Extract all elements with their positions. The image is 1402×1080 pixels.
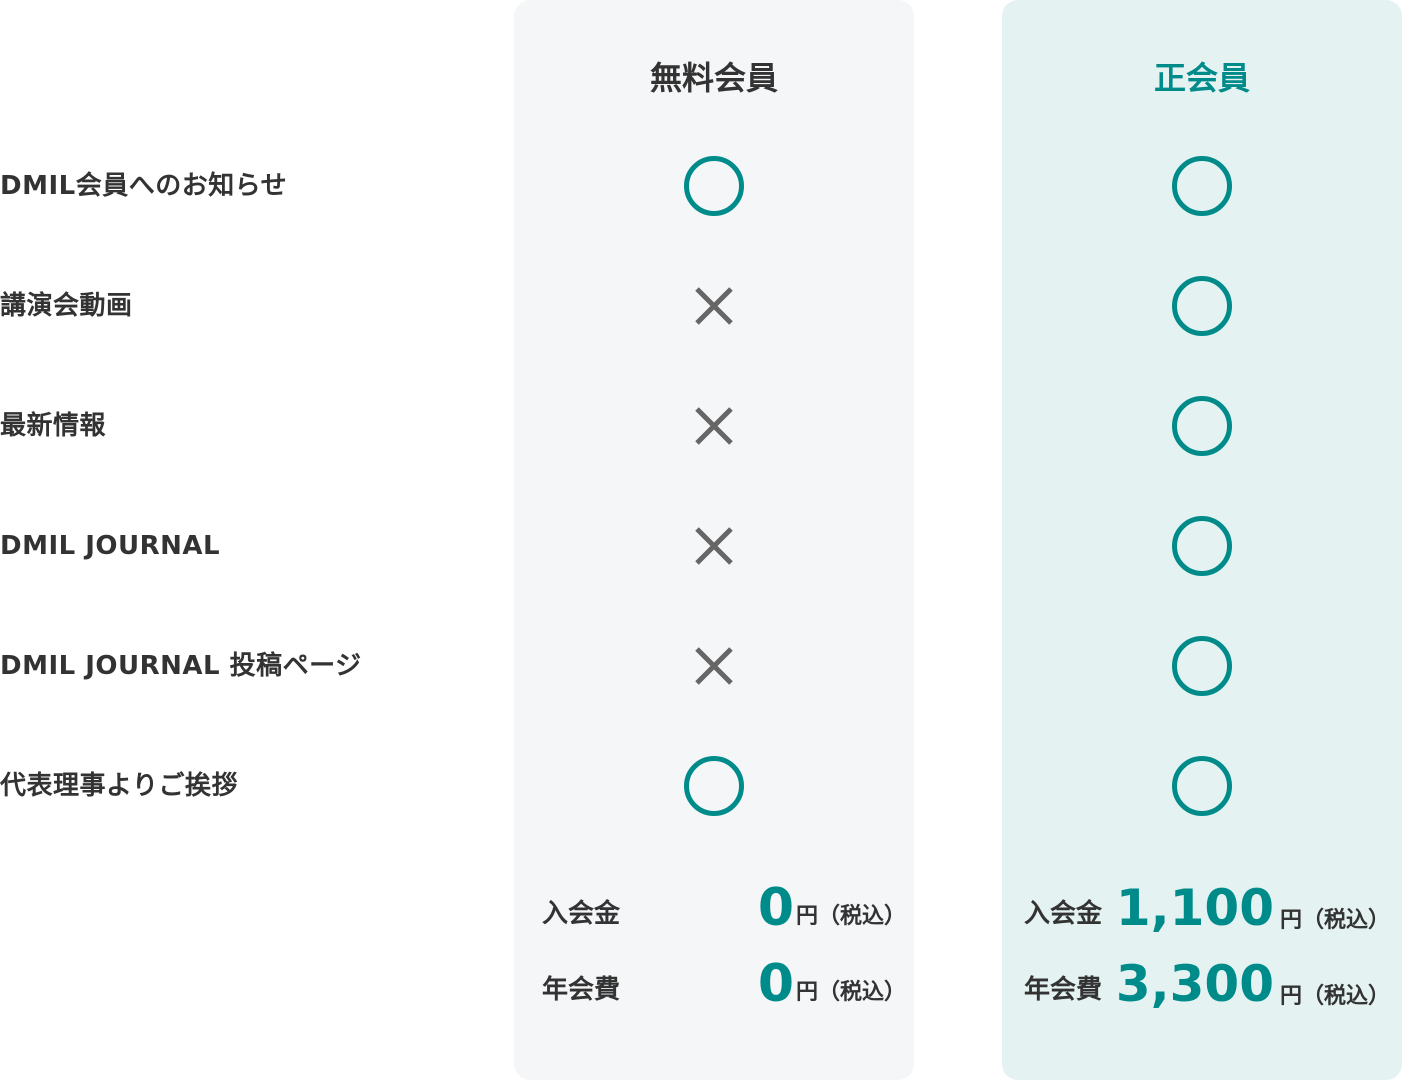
admission-fee-label-free: 入会金 (542, 899, 621, 929)
plan-title-full: 正会員 (1153, 59, 1250, 97)
mark-full-1 (1172, 276, 1232, 336)
mark-full-4 (1172, 636, 1232, 696)
annual-fee-label-full: 年会費 (1024, 975, 1103, 1005)
circle-icon (1172, 756, 1232, 816)
feature-label-notices: DMIL会員へのお知らせ (0, 171, 288, 201)
cross-icon (684, 636, 744, 696)
mark-full-3 (1172, 516, 1232, 576)
circle-icon (1172, 636, 1232, 696)
feature-label-latest-info: 最新情報 (0, 411, 107, 441)
circle-icon (684, 756, 744, 816)
annual-fee-unit-full: 円（税込） (1280, 984, 1391, 1009)
mark-free-5 (684, 756, 744, 816)
feature-label-journal-post-page: DMIL JOURNAL 投稿ページ (0, 651, 362, 681)
cross-icon (684, 276, 744, 336)
mark-free-1 (684, 276, 744, 336)
circle-icon (684, 156, 744, 216)
feature-label-lecture-videos: 講演会動画 (0, 291, 133, 321)
annual-fee-amount-free: 0 (757, 954, 794, 1014)
annual-fee-amount-full: 3,300 (1115, 955, 1274, 1013)
circle-icon (1172, 396, 1232, 456)
mark-free-3 (684, 516, 744, 576)
plan-title-free: 無料会員 (649, 59, 778, 97)
annual-fee-label-free: 年会費 (542, 975, 621, 1005)
annual-fee-unit-free: 円（税込） (796, 980, 907, 1005)
mark-full-2 (1172, 396, 1232, 456)
feature-label-journal: DMIL JOURNAL (0, 531, 221, 561)
admission-fee-amount-free: 0 (757, 878, 794, 938)
plan-column-free: 無料会員 入会金 0 円（税込） 年会費 0 円（税込） (514, 0, 914, 1080)
admission-fee-unit-free: 円（税込） (796, 904, 907, 929)
mark-free-0 (684, 156, 744, 216)
mark-free-4 (684, 636, 744, 696)
mark-full-5 (1172, 756, 1232, 816)
circle-icon (1172, 156, 1232, 216)
cross-icon (684, 396, 744, 456)
circle-icon (1172, 276, 1232, 336)
admission-fee-amount-full: 1,100 (1115, 879, 1274, 937)
mark-free-2 (684, 396, 744, 456)
admission-fee-label-full: 入会金 (1024, 899, 1103, 929)
plan-column-full: 正会員 入会金 1,100 円（税込） 年会費 3,300 円（税込） (1002, 0, 1402, 1080)
circle-icon (1172, 516, 1232, 576)
cross-icon (684, 516, 744, 576)
mark-full-0 (1172, 156, 1232, 216)
admission-fee-unit-full: 円（税込） (1280, 908, 1391, 933)
feature-label-greeting: 代表理事よりご挨拶 (0, 771, 238, 801)
